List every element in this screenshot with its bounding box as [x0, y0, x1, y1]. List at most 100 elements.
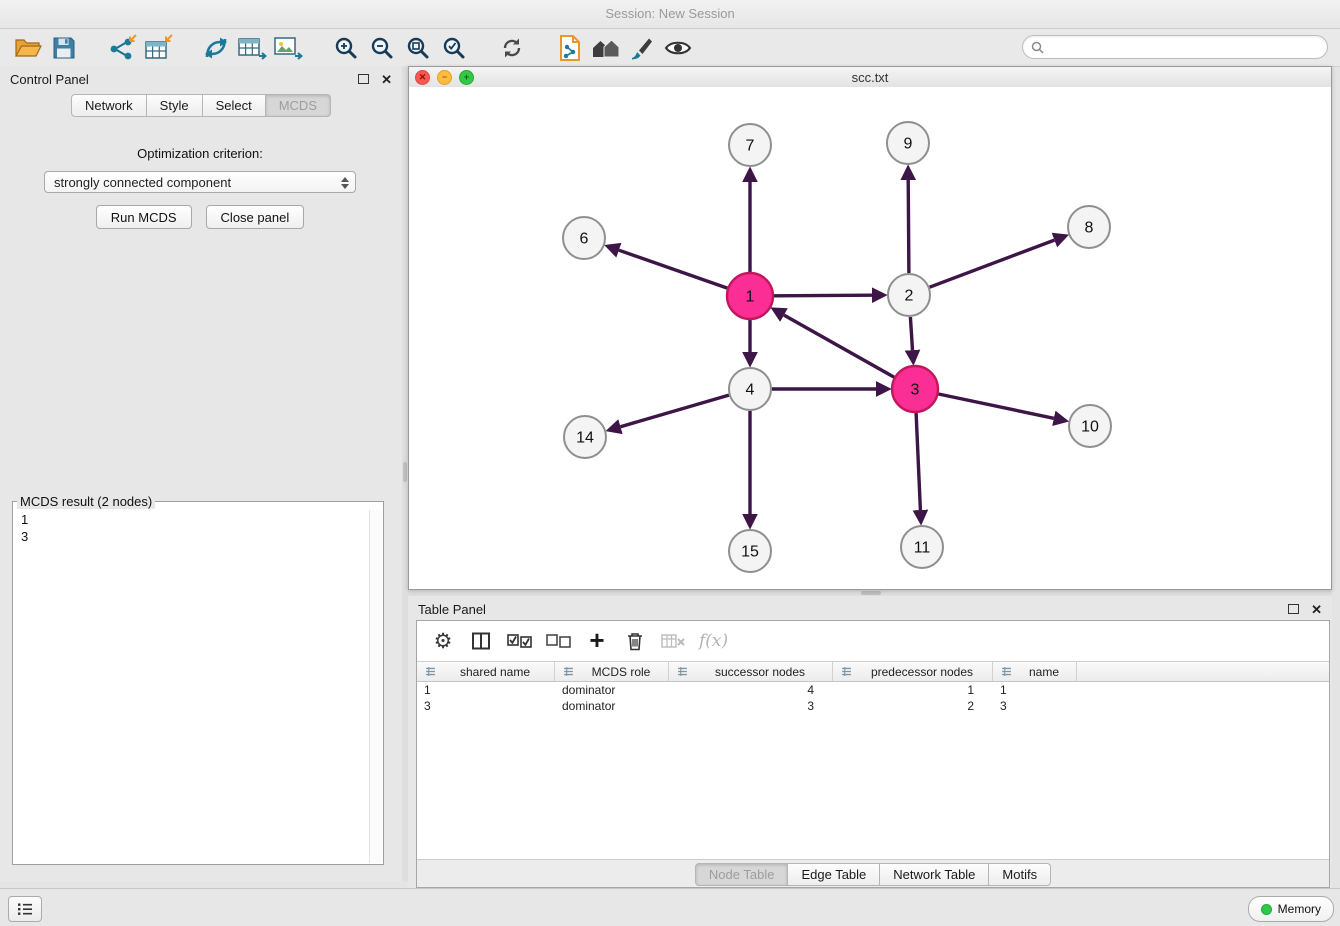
home-view-button[interactable]	[588, 32, 624, 64]
run-mcds-button[interactable]: Run MCDS	[96, 205, 192, 229]
export-network-button[interactable]	[198, 32, 234, 64]
table-tabbar: Node TableEdge TableNetwork TableMotifs	[695, 863, 1051, 886]
window-minimize-icon[interactable]: −	[437, 70, 452, 85]
criterion-dropdown[interactable]: strongly connected component	[44, 171, 356, 193]
result-scrollbar[interactable]	[369, 510, 382, 863]
select-all-rows-button[interactable]	[507, 628, 532, 654]
column-header-shared-name[interactable]: shared name	[417, 662, 555, 681]
table-cell[interactable]: 3	[669, 699, 833, 713]
memory-button[interactable]: Memory	[1248, 896, 1334, 922]
delete-table-icon	[661, 633, 685, 649]
columns-icon	[470, 631, 492, 651]
show-hide-panel-button[interactable]	[660, 32, 696, 64]
task-list-icon	[17, 902, 33, 916]
float-panel-icon[interactable]	[358, 74, 369, 84]
function-builder-button[interactable]: f(x)	[699, 628, 728, 654]
window-close-icon[interactable]: ✕	[415, 70, 430, 85]
table-cell[interactable]: 3	[993, 699, 1077, 713]
edge-3-11[interactable]	[916, 413, 920, 510]
deselect-all-rows-button[interactable]	[546, 628, 571, 654]
node-label-7: 7	[746, 138, 755, 155]
node-label-9: 9	[904, 136, 913, 153]
zoom-selected-button[interactable]	[436, 32, 472, 64]
zoom-in-button[interactable]	[328, 32, 364, 64]
show-columns-button[interactable]	[469, 628, 493, 654]
table-settings-button[interactable]: ⚙	[431, 628, 455, 654]
edge-4-14[interactable]	[621, 395, 729, 427]
import-table-button[interactable]	[140, 32, 176, 64]
gear-icon: ⚙	[434, 631, 453, 652]
tab-network[interactable]: Network	[71, 94, 147, 117]
splitter-grip[interactable]	[403, 462, 407, 482]
memory-label: Memory	[1278, 902, 1321, 916]
table-cell[interactable]: dominator	[555, 683, 669, 697]
zoom-out-button[interactable]	[364, 32, 400, 64]
tab-select[interactable]: Select	[203, 94, 266, 117]
tab-network-table[interactable]: Network Table	[880, 863, 989, 886]
table-cell[interactable]: dominator	[555, 699, 669, 713]
close-panel-icon[interactable]: ✕	[381, 73, 392, 86]
optimization-criterion-label: Optimization criterion:	[6, 146, 394, 161]
column-header-successor-nodes[interactable]: successor nodes	[669, 662, 833, 681]
table-row-1[interactable]: 1dominator411	[417, 682, 1329, 698]
splitter-grip[interactable]	[861, 591, 881, 595]
open-session-button[interactable]	[10, 32, 46, 64]
column-header-predecessor-nodes[interactable]: predecessor nodes	[833, 662, 993, 681]
memory-status-icon	[1261, 904, 1272, 915]
tab-node-table[interactable]: Node Table	[695, 863, 789, 886]
table-cell[interactable]: 4	[669, 683, 833, 697]
add-row-button[interactable]: +	[585, 628, 609, 654]
refresh-view-button[interactable]	[494, 32, 530, 64]
column-edit-icon	[563, 666, 574, 677]
result-line: 3	[14, 528, 369, 545]
node-label-2: 2	[905, 288, 914, 305]
edge-3-10[interactable]	[939, 394, 1054, 418]
edge-2-3[interactable]	[910, 317, 912, 350]
tab-motifs[interactable]: Motifs	[989, 863, 1051, 886]
apply-style-button[interactable]	[624, 32, 660, 64]
criterion-dropdown-value: strongly connected component	[54, 175, 231, 190]
tab-style[interactable]: Style	[147, 94, 203, 117]
zoom-fit-button[interactable]	[400, 32, 436, 64]
network-window-titlebar: scc.txt ✕ − +	[409, 67, 1331, 88]
open-network-file-button[interactable]	[552, 32, 588, 64]
eye-icon	[664, 39, 692, 57]
column-header-MCDS-role[interactable]: MCDS role	[555, 662, 669, 681]
export-table-button[interactable]	[234, 32, 270, 64]
zoom-selected-icon	[442, 36, 466, 60]
table-cell[interactable]: 2	[833, 699, 993, 713]
deselect-all-icon	[546, 634, 571, 648]
delete-row-button[interactable]	[623, 628, 647, 654]
edge-2-8[interactable]	[930, 240, 1055, 287]
trash-icon	[626, 631, 644, 651]
edge-1-6[interactable]	[619, 250, 727, 288]
column-header-name[interactable]: name	[993, 662, 1077, 681]
table-cell[interactable]: 1	[833, 683, 993, 697]
float-panel-icon[interactable]	[1288, 604, 1299, 614]
window-zoom-icon[interactable]: +	[459, 70, 474, 85]
task-history-button[interactable]	[8, 896, 42, 922]
tab-mcds[interactable]: MCDS	[266, 94, 331, 117]
network-canvas[interactable]: 7968124314101511	[409, 87, 1331, 589]
delete-table-button[interactable]	[661, 628, 685, 654]
home-icon	[591, 36, 621, 60]
search-input[interactable]	[1050, 39, 1319, 55]
close-panel-icon[interactable]: ✕	[1311, 603, 1322, 616]
export-table-icon	[237, 34, 267, 61]
select-all-icon	[507, 634, 532, 648]
close-panel-button[interactable]: Close panel	[206, 205, 305, 229]
search-field[interactable]	[1022, 35, 1328, 59]
export-image-button[interactable]	[270, 32, 306, 64]
table-row-2[interactable]: 3dominator323	[417, 698, 1329, 714]
save-icon	[52, 36, 76, 60]
table-cell[interactable]: 1	[993, 683, 1077, 697]
save-session-button[interactable]	[46, 32, 82, 64]
table-cell[interactable]: 3	[417, 699, 555, 713]
edge-3-1[interactable]	[784, 315, 894, 377]
import-network-button[interactable]	[104, 32, 140, 64]
edge-1-2[interactable]	[774, 295, 872, 296]
table-cell[interactable]: 1	[417, 683, 555, 697]
network-graph[interactable]: 7968124314101511	[409, 87, 1331, 589]
edge-2-9[interactable]	[908, 180, 909, 273]
tab-edge-table[interactable]: Edge Table	[788, 863, 880, 886]
